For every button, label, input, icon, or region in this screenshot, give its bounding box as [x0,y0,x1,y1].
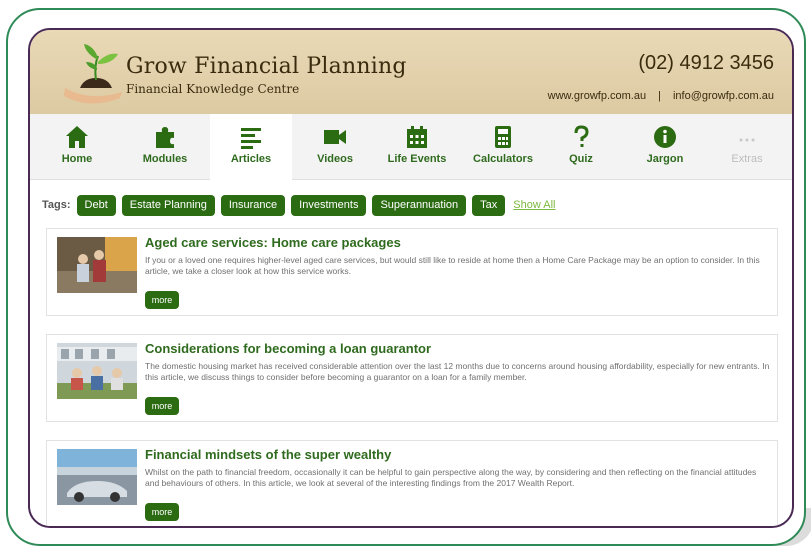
article-card: Financial mindsets of the super wealthy … [46,440,778,526]
more-button[interactable]: more [145,291,179,309]
nav-label-extras: Extras [731,153,763,165]
nav-item-extras: Extras [706,114,788,180]
article-card: Considerations for becoming a loan guara… [46,334,778,422]
more-dots-icon [739,138,755,142]
nav-label-life-events: Life Events [387,153,447,165]
tag-estate-planning[interactable]: Estate Planning [121,194,215,216]
contact-line: www.growfp.com.au | info@growfp.com.au [548,90,774,102]
nav-item-modules[interactable]: Modules [124,114,206,180]
nav-label-calculators: Calculators [473,153,533,165]
tag-tax[interactable]: Tax [472,194,506,216]
article-description: If you or a loved one requires higher-le… [145,255,760,276]
website-link[interactable]: www.growfp.com.au [548,90,646,102]
nav-item-life-events[interactable]: Life Events [376,114,458,180]
article-title[interactable]: Aged care services: Home care packages [145,235,401,250]
main-nav: Home Modules Articles Videos Life Events… [30,114,792,180]
article-thumbnail-image[interactable] [57,343,137,399]
home-icon [66,126,88,148]
show-all-tags-link[interactable]: Show All [513,199,555,211]
calendar-icon [407,126,427,148]
list-icon [241,128,261,149]
more-button[interactable]: more [145,503,179,521]
article-card: Aged care services: Home care packages I… [46,228,778,316]
tags-label: Tags: [42,199,71,211]
site-header: Grow Financial Planning Financial Knowle… [30,30,792,114]
tag-filter-bar: Tags: Debt Estate Planning Insurance Inv… [42,194,555,216]
article-thumbnail-image[interactable] [57,449,137,505]
question-icon [574,125,589,147]
tag-insurance[interactable]: Insurance [220,194,286,216]
more-button[interactable]: more [145,397,179,415]
contact-separator: | [658,90,661,102]
email-link[interactable]: info@growfp.com.au [673,90,774,102]
nav-item-videos[interactable]: Videos [294,114,376,180]
article-description: Whilst on the path to financial freedom,… [145,467,757,488]
nav-item-home[interactable]: Home [36,114,118,180]
nav-item-calculators[interactable]: Calculators [458,114,548,180]
tag-investments[interactable]: Investments [291,194,367,216]
phone-number[interactable]: (02) 4912 3456 [638,52,774,75]
article-title[interactable]: Financial mindsets of the super wealthy [145,447,391,462]
nav-item-articles[interactable]: Articles [210,114,292,180]
nav-label-quiz: Quiz [569,153,593,165]
nav-label-articles: Articles [230,153,272,165]
site-subtitle: Financial Knowledge Centre [126,82,300,96]
tag-debt[interactable]: Debt [76,194,116,216]
article-thumbnail-image[interactable] [57,237,137,293]
puzzle-icon [156,127,174,148]
nav-label-jargon: Jargon [646,153,684,165]
article-title[interactable]: Considerations for becoming a loan guara… [145,341,431,356]
nav-label-videos: Videos [317,153,353,165]
calculator-icon [495,126,511,148]
browser-window: Grow Financial Planning Financial Knowle… [28,28,794,528]
nav-item-jargon[interactable]: Jargon [624,114,706,180]
nav-item-quiz[interactable]: Quiz [540,114,622,180]
site-title: Grow Financial Planning [126,54,407,79]
info-icon [654,126,676,148]
video-camera-icon [324,130,346,144]
nav-label-modules: Modules [142,153,188,165]
tag-superannuation[interactable]: Superannuation [372,194,467,216]
nav-label-home: Home [61,153,93,165]
article-description: The domestic housing market has received… [145,361,770,382]
